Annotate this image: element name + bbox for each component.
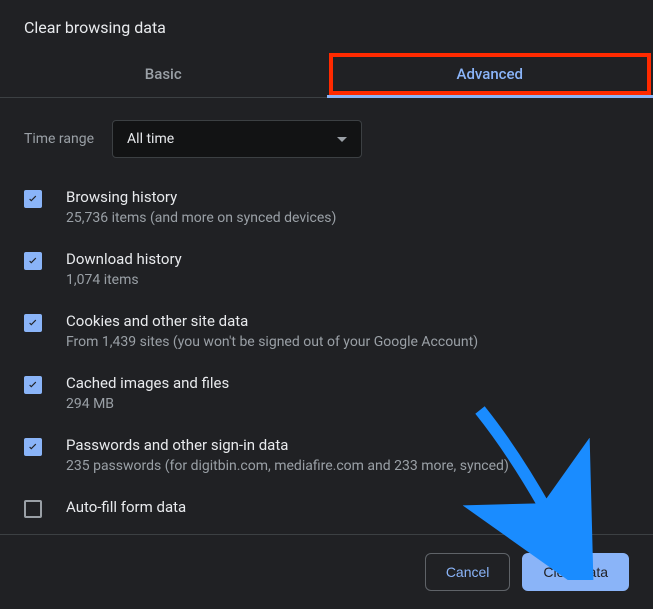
tab-basic[interactable]: Basic [0, 51, 327, 97]
cancel-button[interactable]: Cancel [425, 553, 511, 591]
tab-advanced[interactable]: Advanced [327, 51, 653, 97]
option-desc: 1,074 items [66, 272, 182, 288]
checkbox-download-history[interactable] [24, 252, 42, 270]
time-range-label: Time range [24, 131, 94, 147]
option-cookies: Cookies and other site data From 1,439 s… [24, 300, 629, 362]
option-desc: From 1,439 sites (you won't be signed ou… [66, 334, 478, 350]
option-label: Cached images and files [66, 374, 229, 392]
option-label: Browsing history [66, 188, 336, 206]
checkbox-cached[interactable] [24, 376, 42, 394]
time-range-row: Time range All time [24, 98, 629, 176]
option-label: Download history [66, 250, 182, 268]
check-icon [26, 378, 40, 392]
tabs: Basic Advanced [0, 51, 653, 98]
time-range-select[interactable]: All time [112, 120, 362, 158]
checkbox-cookies[interactable] [24, 314, 42, 332]
check-icon [26, 192, 40, 206]
chevron-down-icon [337, 137, 347, 142]
dialog-body: Time range All time Browsing history 25,… [0, 98, 653, 530]
check-icon [26, 316, 40, 330]
option-cached: Cached images and files 294 MB [24, 362, 629, 424]
checkbox-passwords[interactable] [24, 438, 42, 456]
option-desc: 294 MB [66, 396, 229, 412]
option-label: Passwords and other sign-in data [66, 436, 509, 454]
option-passwords: Passwords and other sign-in data 235 pas… [24, 424, 629, 486]
dialog-footer: Cancel Clear data [0, 534, 653, 609]
option-desc: 235 passwords (for digitbin.com, mediafi… [66, 458, 509, 474]
dialog-title: Clear browsing data [0, 0, 653, 51]
option-download-history: Download history 1,074 items [24, 238, 629, 300]
checkbox-autofill[interactable] [24, 500, 42, 518]
option-label: Auto-fill form data [66, 498, 186, 516]
option-label: Cookies and other site data [66, 312, 478, 330]
option-desc: 25,736 items (and more on synced devices… [66, 210, 336, 226]
check-icon [26, 440, 40, 454]
option-autofill: Auto-fill form data [24, 486, 629, 530]
clear-data-button[interactable]: Clear data [522, 553, 629, 591]
check-icon [26, 254, 40, 268]
checkbox-browsing-history[interactable] [24, 190, 42, 208]
option-browsing-history: Browsing history 25,736 items (and more … [24, 176, 629, 238]
time-range-value: All time [127, 131, 174, 147]
